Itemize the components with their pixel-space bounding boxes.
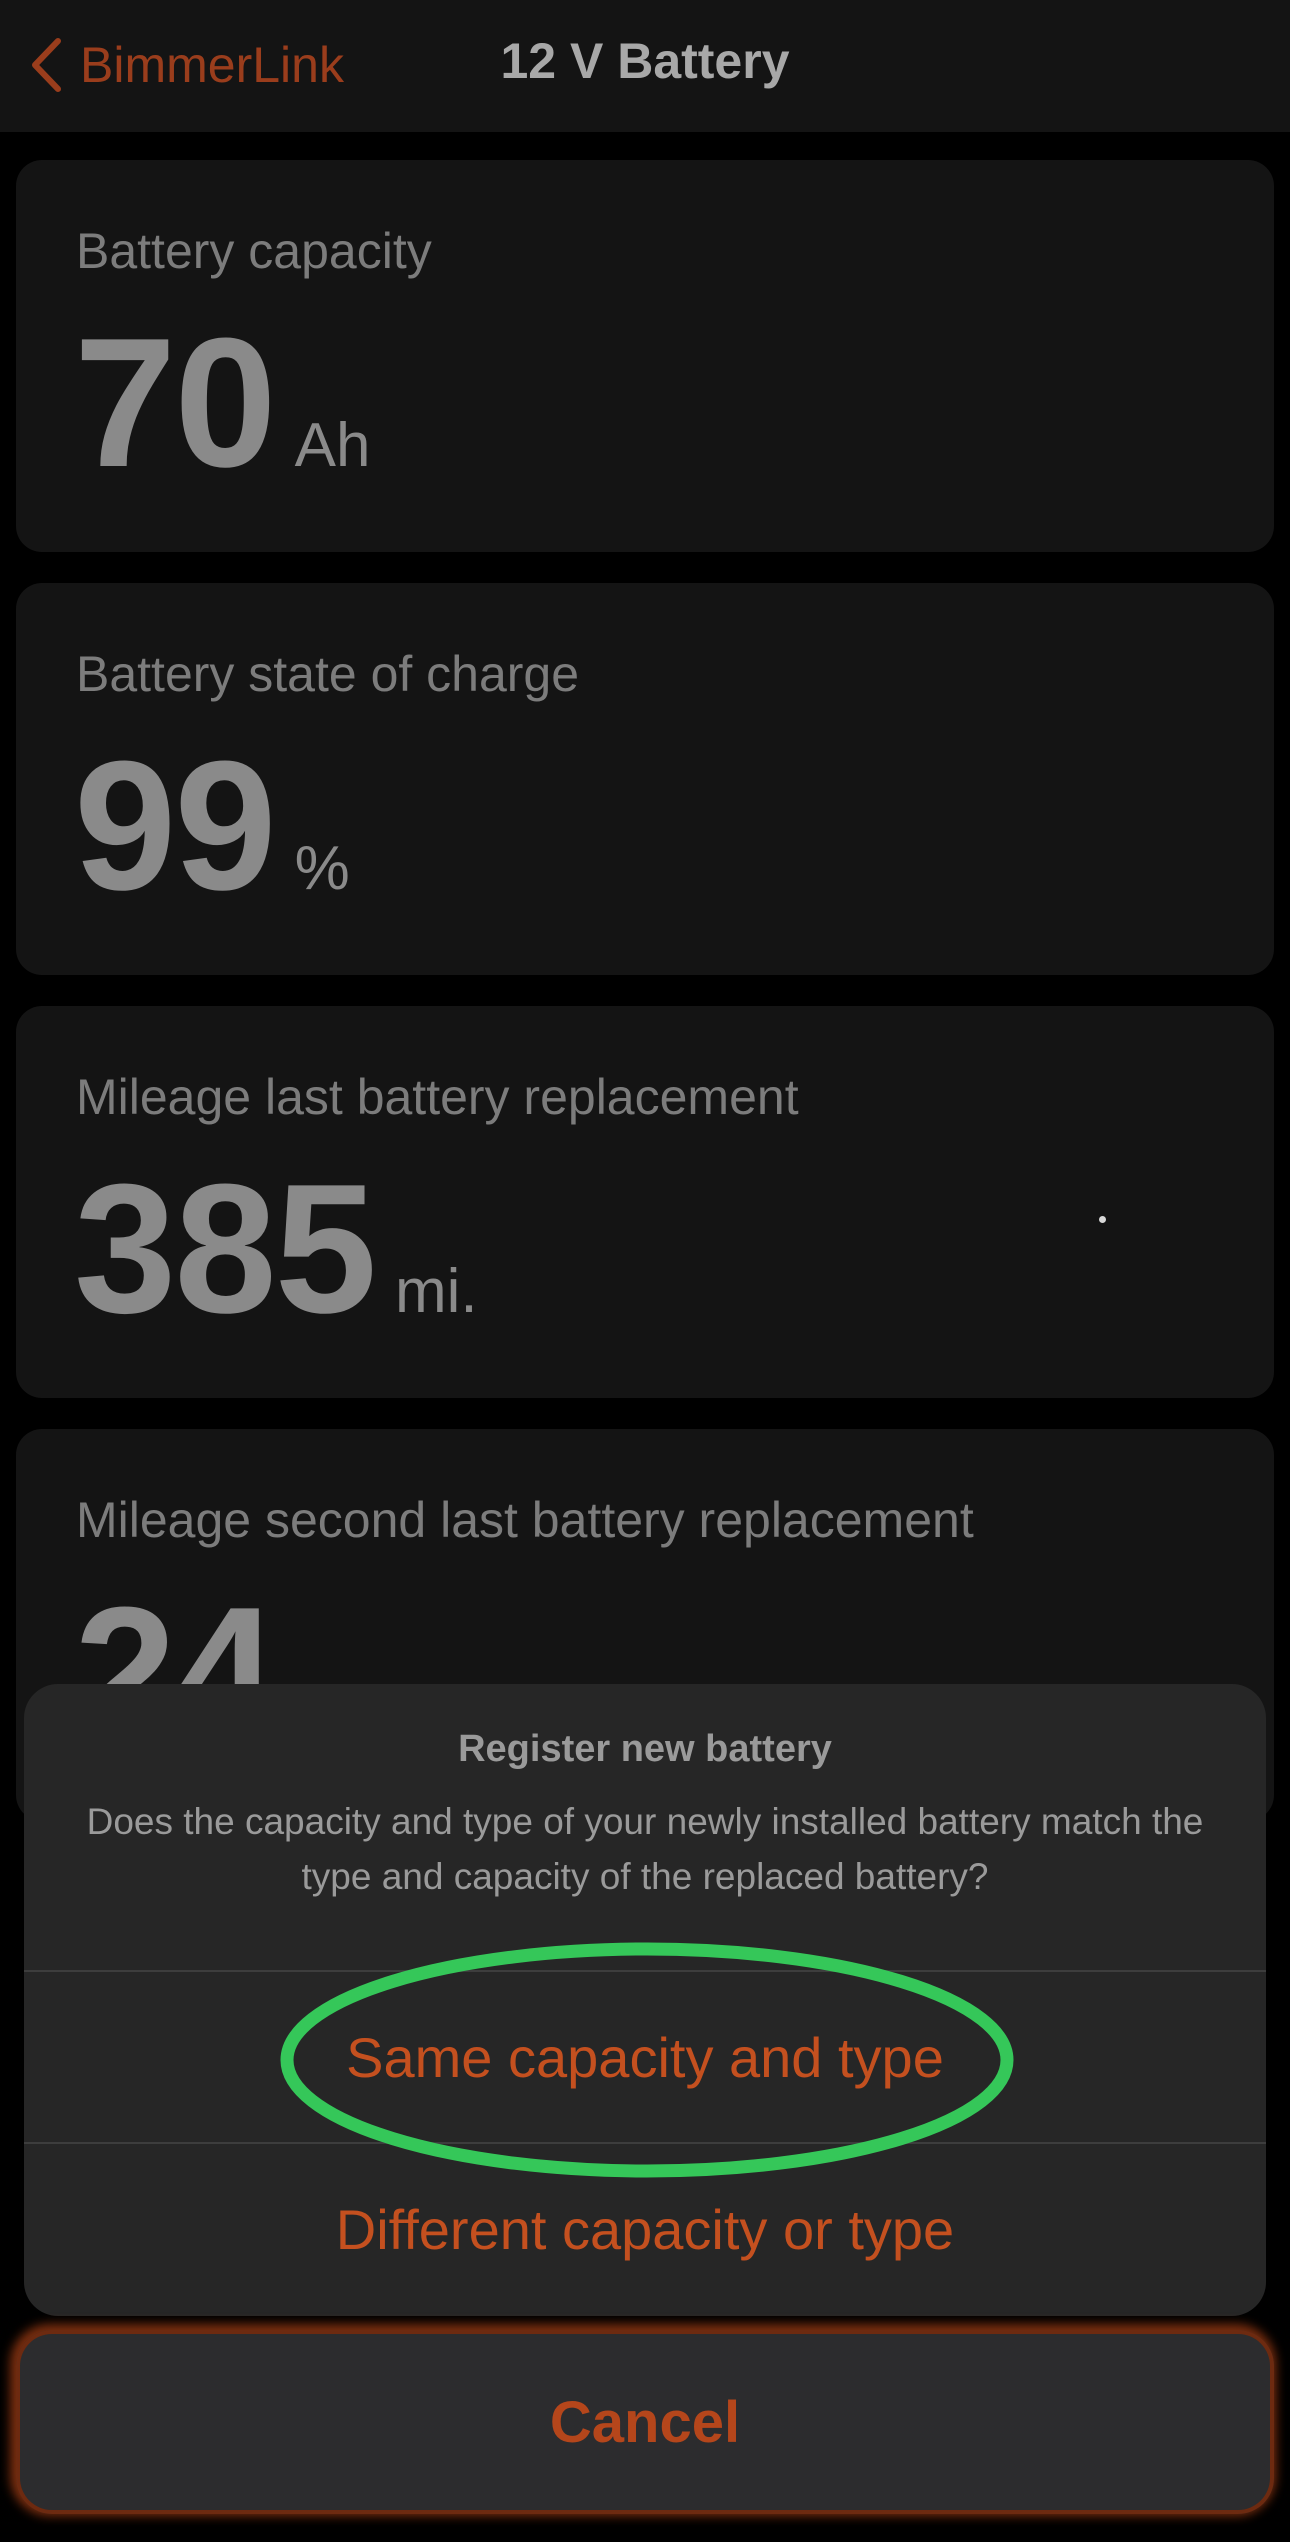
card-label: Battery state of charge	[76, 646, 580, 702]
touch-indicator-dot	[1099, 1216, 1106, 1223]
action-sheet-message: Does the capacity and type of your newly…	[86, 1801, 1204, 1897]
cancel-button[interactable]: Cancel	[16, 2330, 1274, 2514]
register-battery-action-sheet: Register new battery Does the capacity a…	[24, 1684, 1266, 2316]
state-of-charge-card: Battery state of charge 99 %	[16, 583, 1274, 975]
card-value: 385	[74, 1145, 377, 1351]
page-title: 12 V Battery	[500, 33, 790, 89]
last-replacement-mileage-card: Mileage last battery replacement 385 mi.	[16, 1006, 1274, 1398]
navigation-bar: BimmerLink 12 V Battery	[0, 0, 1290, 132]
card-value: 99	[74, 722, 277, 928]
card-label: Mileage second last battery replacement	[76, 1492, 974, 1548]
card-unit: Ah	[294, 411, 371, 480]
card-value: 70	[74, 299, 277, 505]
different-capacity-or-type-button[interactable]: Different capacity or type	[24, 2144, 1266, 2314]
card-value-row: 385 mi.	[74, 1156, 478, 1340]
card-unit: mi.	[395, 1257, 478, 1326]
card-value-row: 99 %	[74, 733, 350, 917]
action-sheet-header: Register new battery Does the capacity a…	[24, 1684, 1266, 1970]
battery-capacity-card: Battery capacity 70 Ah	[16, 160, 1274, 552]
card-unit: %	[294, 834, 350, 903]
card-label: Mileage last battery replacement	[76, 1069, 799, 1125]
action-sheet-title: Register new battery	[458, 1728, 832, 1770]
same-capacity-and-type-button[interactable]: Same capacity and type	[24, 1972, 1266, 2142]
card-value-row: 70 Ah	[74, 310, 371, 494]
card-label: Battery capacity	[76, 223, 432, 279]
